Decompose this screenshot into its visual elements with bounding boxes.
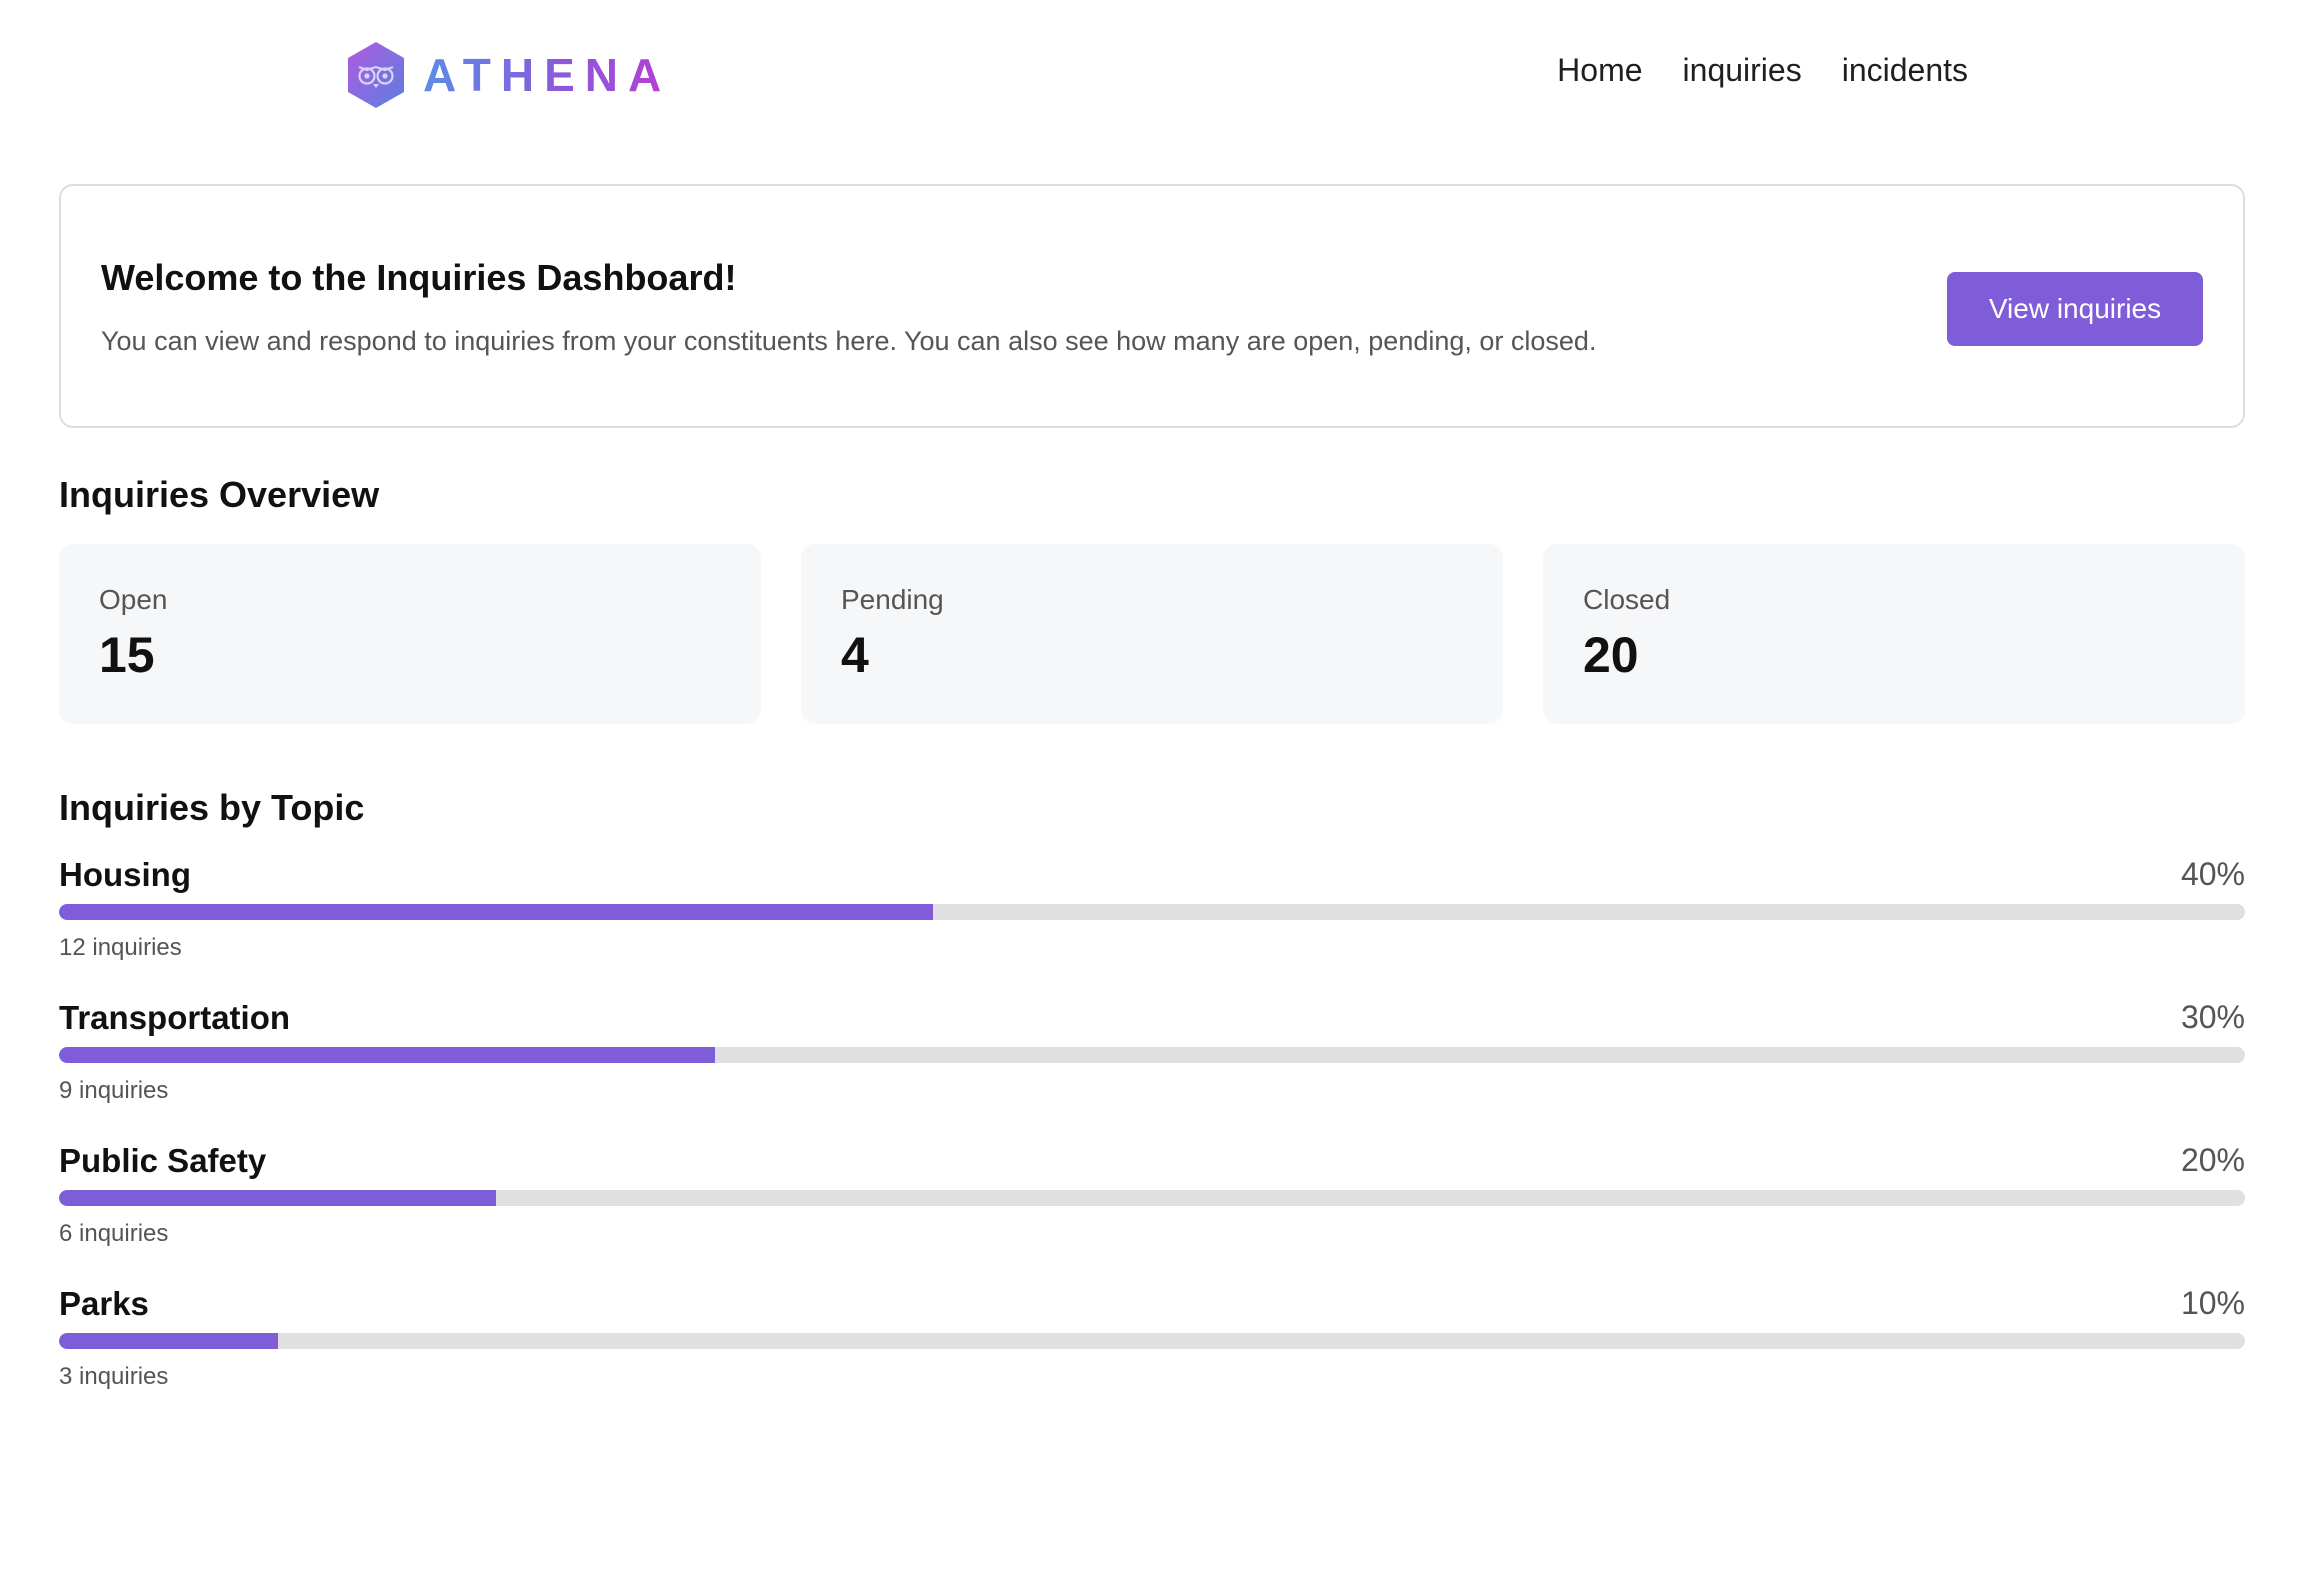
welcome-title: Welcome to the Inquiries Dashboard! xyxy=(101,257,737,298)
progress-fill xyxy=(59,1047,715,1063)
topic-count: 3 inquiries xyxy=(59,1363,169,1390)
topic-name: Public Safety xyxy=(59,1142,267,1179)
stat-card-pending: Pending 4 xyxy=(801,544,1503,724)
progress-fill xyxy=(59,1333,278,1349)
progress-fill xyxy=(59,904,934,920)
view-inquiries-button[interactable]: View inquiries xyxy=(1947,272,2203,346)
main-nav: Home inquiries incidents xyxy=(1557,54,1968,86)
logo-link[interactable]: ATHENA xyxy=(345,40,671,110)
nav-inquiries[interactable]: inquiries xyxy=(1683,54,1802,86)
topic-name: Transportation xyxy=(59,999,291,1036)
stat-label: Open xyxy=(99,584,168,615)
progress-track xyxy=(59,1333,2245,1349)
topic-name: Parks xyxy=(59,1285,149,1322)
stat-card-open: Open 15 xyxy=(59,544,761,724)
topic-count: 9 inquiries xyxy=(59,1077,169,1104)
welcome-text: You can view and respond to inquiries fr… xyxy=(101,326,1597,356)
welcome-card: Welcome to the Inquiries Dashboard! You … xyxy=(59,184,2245,428)
owl-hexagon-icon xyxy=(348,42,404,108)
stat-value: 4 xyxy=(841,627,869,683)
stat-card-closed: Closed 20 xyxy=(1543,544,2245,724)
topic-row-housing: Housing 40% 12 inquiries xyxy=(59,856,2245,999)
page: ATHENA Home inquiries incidents Welcome … xyxy=(0,0,2306,1588)
overview-stats: Open 15 Pending 4 Closed 20 xyxy=(59,544,2245,724)
topic-count: 12 inquiries xyxy=(59,934,182,961)
stat-value: 20 xyxy=(1583,627,1639,683)
nav-home[interactable]: Home xyxy=(1557,54,1642,86)
stat-value: 15 xyxy=(99,627,155,683)
stat-label: Closed xyxy=(1583,584,1671,615)
topic-percent: 40% xyxy=(2180,856,2245,892)
topic-percent: 10% xyxy=(2180,1285,2245,1321)
progress-track xyxy=(59,904,2245,920)
topics-list: Housing 40% 12 inquiries Transportation … xyxy=(59,856,2245,1428)
progress-fill xyxy=(59,1190,497,1206)
topic-count: 6 inquiries xyxy=(59,1220,169,1247)
header: ATHENA Home inquiries incidents xyxy=(0,0,2306,150)
topic-row-parks: Parks 10% 3 inquiries xyxy=(59,1285,2245,1428)
stat-label: Pending xyxy=(841,584,944,615)
topic-row-transportation: Transportation 30% 9 inquiries xyxy=(59,999,2245,1142)
brand-name: ATHENA xyxy=(423,49,672,101)
topic-percent: 30% xyxy=(2180,999,2245,1035)
topic-row-public-safety: Public Safety 20% 6 inquiries xyxy=(59,1142,2245,1285)
progress-track xyxy=(59,1190,2245,1206)
progress-track xyxy=(59,1047,2245,1063)
nav-incidents[interactable]: incidents xyxy=(1842,54,1968,86)
topics-title: Inquiries by Topic xyxy=(59,787,365,828)
topic-name: Housing xyxy=(59,856,191,893)
topic-percent: 20% xyxy=(2180,1142,2245,1178)
overview-title: Inquiries Overview xyxy=(59,474,380,515)
